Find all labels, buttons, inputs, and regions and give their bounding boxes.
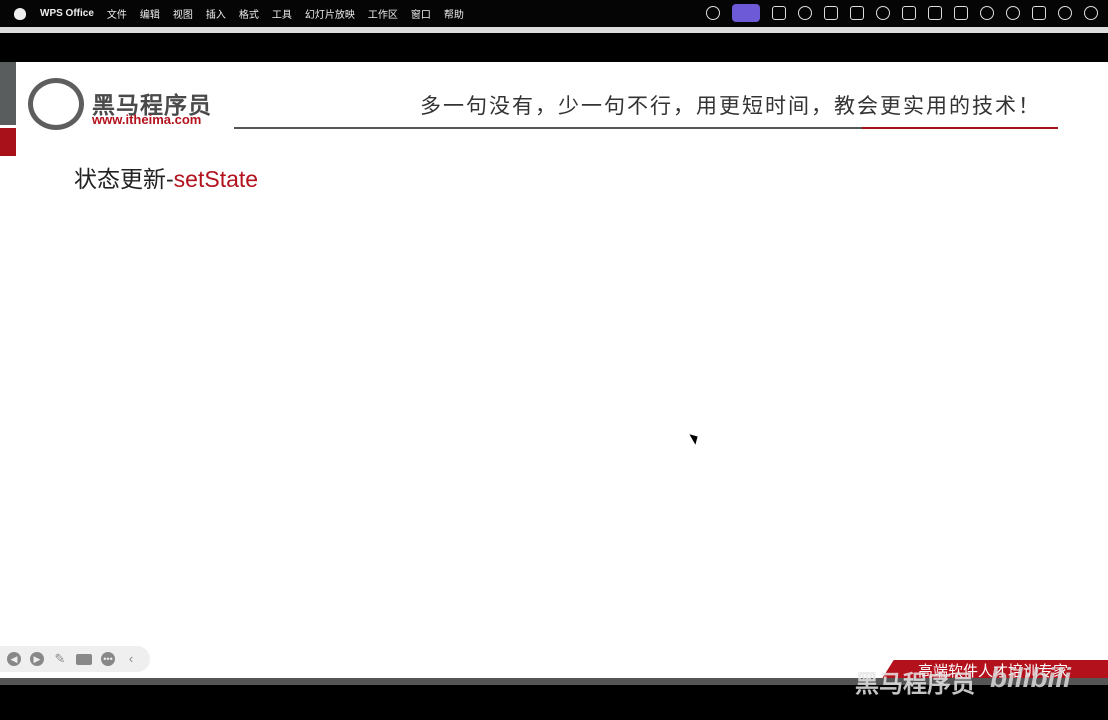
header-divider-accent	[862, 127, 1058, 129]
search-icon[interactable]	[1006, 6, 1020, 20]
globe-icon[interactable]	[706, 6, 720, 20]
battery-icon[interactable]	[954, 6, 968, 20]
brand-url: www.itheima.com	[92, 112, 202, 127]
menu-tools[interactable]: 工具	[272, 6, 292, 21]
toolbar-strip	[0, 27, 1108, 33]
menu-bar: WPS Office 文件 编辑 视图 插入 格式 工具 幻灯片放映 工作区 窗…	[0, 0, 1108, 27]
more-icon[interactable]: •••	[101, 652, 115, 666]
next-icon[interactable]: ▶	[30, 652, 44, 666]
code-icon[interactable]	[902, 6, 916, 20]
title-highlight: setState	[173, 166, 259, 192]
pen-icon[interactable]: ✎	[53, 652, 67, 666]
menu-file[interactable]: 文件	[107, 6, 127, 21]
menu-workspace[interactable]: 工作区	[368, 6, 398, 21]
mouse-cursor-icon	[689, 431, 701, 445]
wifi-icon[interactable]	[980, 6, 994, 20]
wps-icon[interactable]	[772, 6, 786, 20]
siri-icon[interactable]	[1058, 6, 1072, 20]
left-decor-gray	[0, 62, 16, 125]
title-prefix: 状态更新-	[74, 166, 174, 192]
apple-icon[interactable]	[14, 7, 26, 20]
menu-view[interactable]: 视图	[173, 6, 193, 21]
previous-icon[interactable]: ◀	[7, 652, 21, 666]
bookmark-icon[interactable]	[824, 6, 838, 20]
horse-logo-icon	[28, 78, 84, 130]
screen-share-icon[interactable]	[732, 4, 760, 22]
bluetooth-icon[interactable]	[850, 6, 864, 20]
slide-canvas: 黑马程序员 www.itheima.com 多一句没有，少一句不行，用更短时间，…	[0, 62, 1108, 682]
menu-format[interactable]: 格式	[239, 6, 259, 21]
menu-help[interactable]: 帮助	[444, 6, 464, 21]
slideshow-toolbar: ◀ ▶ ✎ ••• ‹	[0, 646, 150, 672]
slogan: 多一句没有，少一句不行，用更短时间，教会更实用的技术！	[420, 94, 1041, 118]
left-decor-red	[0, 128, 16, 156]
menu-edit[interactable]: 编辑	[140, 6, 160, 21]
control-center-icon[interactable]	[1032, 6, 1046, 20]
menu-window[interactable]: 窗口	[411, 6, 431, 21]
play-icon[interactable]	[876, 6, 890, 20]
app-menu[interactable]: WPS Office	[40, 8, 94, 19]
chat-icon[interactable]	[798, 6, 812, 20]
collapse-icon[interactable]: ‹	[124, 652, 138, 666]
watermark-text: 黑马程序员	[855, 671, 975, 698]
status-icons	[706, 4, 1098, 22]
menu-insert[interactable]: 插入	[206, 6, 226, 21]
input-method-icon[interactable]	[928, 6, 942, 20]
screen-icon[interactable]	[76, 653, 92, 665]
slide-title: 状态更新-setState	[74, 160, 258, 194]
bilibili-logo-icon: bilibili	[990, 662, 1071, 693]
clock-icon[interactable]	[1084, 6, 1098, 20]
menu-slideshow[interactable]: 幻灯片放映	[305, 6, 355, 21]
